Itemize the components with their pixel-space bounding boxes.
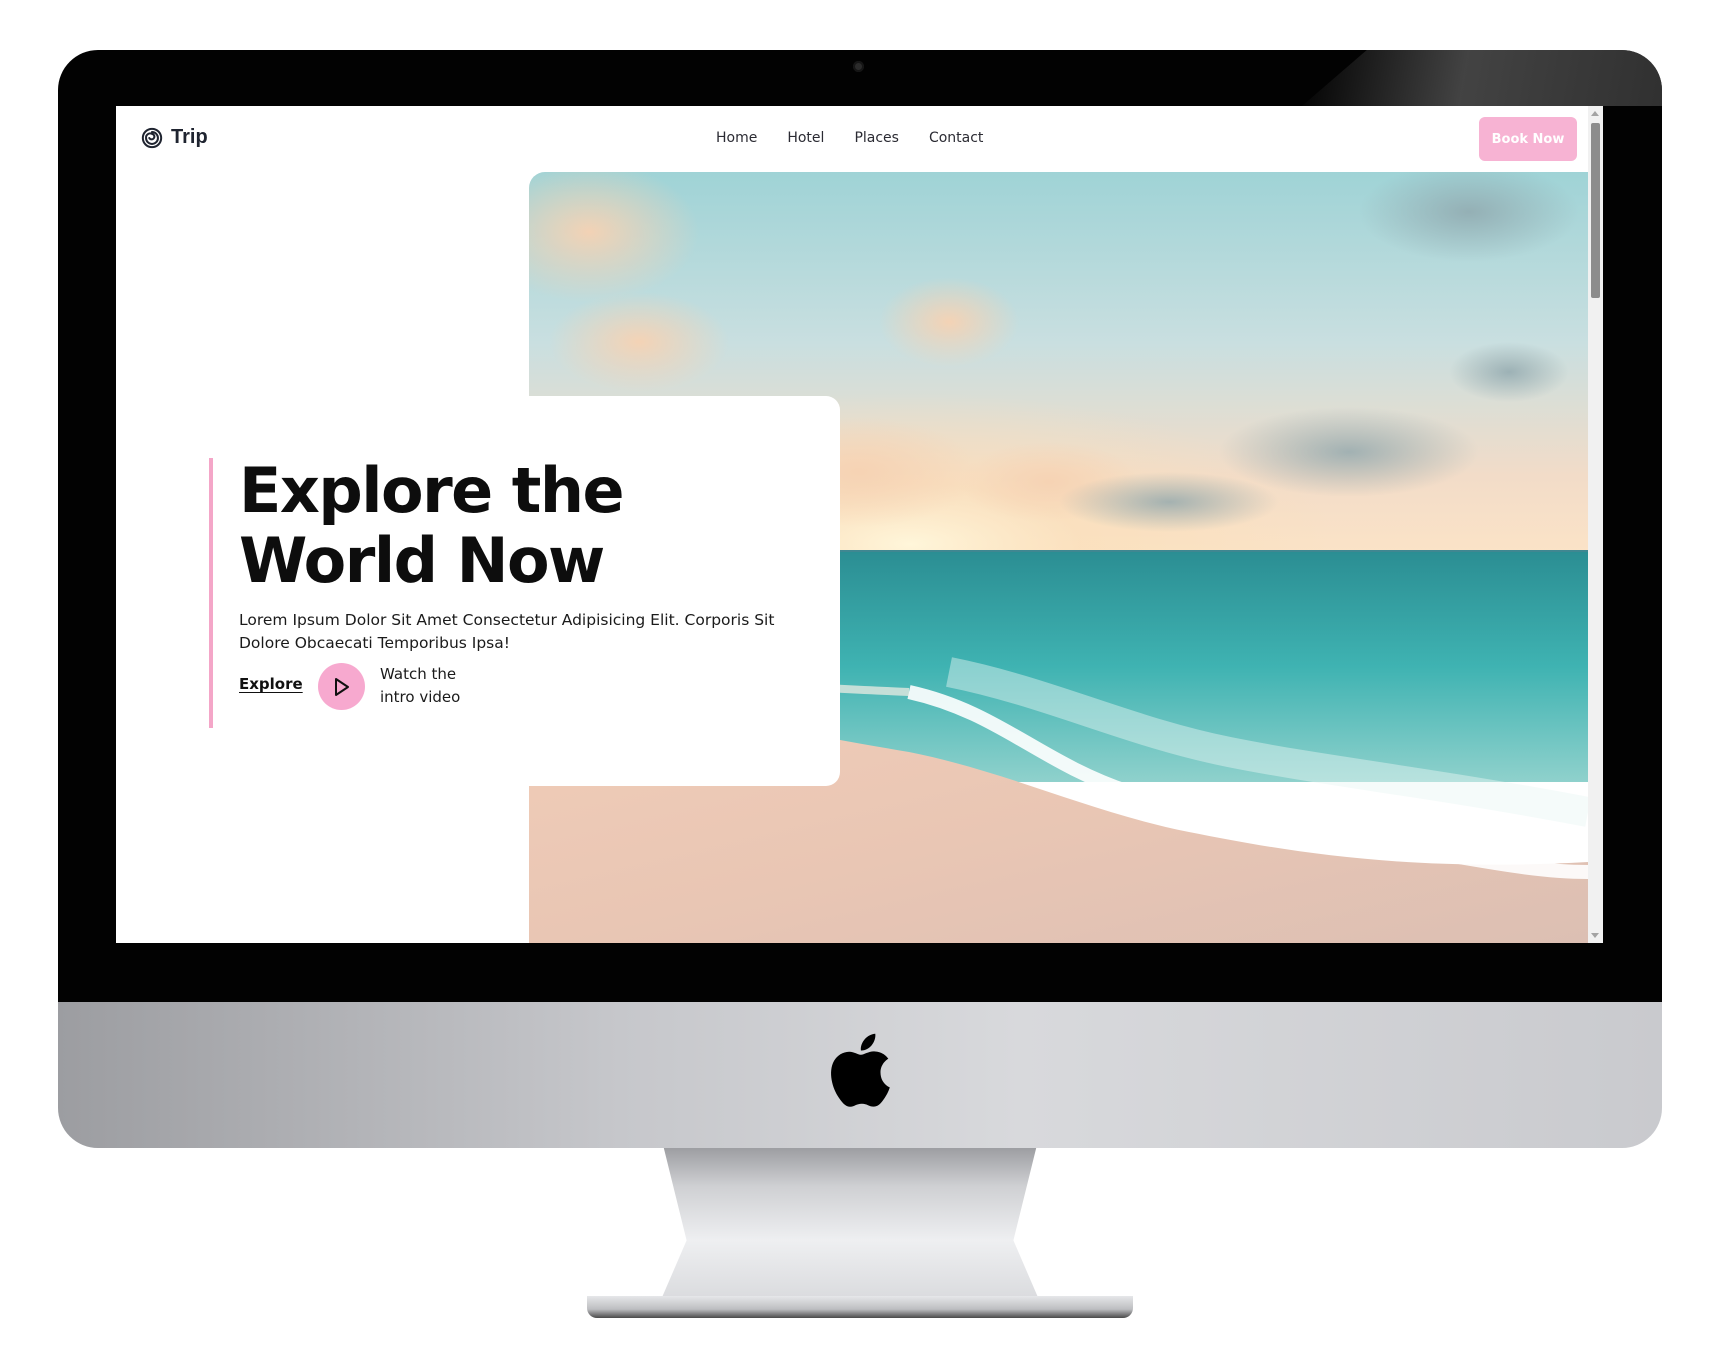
hero-card: Explore the World Now Lorem Ipsum Dolor … <box>116 396 840 786</box>
main-nav: Home Hotel Places Contact <box>716 130 983 146</box>
hero-title-line-2: World Now <box>239 524 605 597</box>
scroll-thumb[interactable] <box>1591 123 1600 298</box>
explore-link[interactable]: Explore <box>239 675 303 693</box>
watch-line-2: intro video <box>380 688 461 706</box>
accent-bar <box>209 458 213 728</box>
watch-intro-text[interactable]: Watch the intro video <box>380 663 500 709</box>
play-video-button[interactable] <box>318 663 365 710</box>
hero-title-line-1: Explore the <box>239 454 625 527</box>
apple-icon <box>831 1033 890 1107</box>
book-now-button[interactable]: Book Now <box>1479 117 1577 161</box>
nav-contact[interactable]: Contact <box>929 130 983 146</box>
monitor-stand <box>660 1148 1040 1302</box>
website-screen: Trip Home Hotel Places Contact Book Now … <box>116 106 1603 943</box>
hero-title: Explore the World Now <box>239 456 759 596</box>
top-navbar: Trip Home Hotel Places Contact Book Now <box>116 106 1588 172</box>
nav-hotel[interactable]: Hotel <box>787 130 824 146</box>
brand-name: Trip <box>171 126 208 148</box>
scroll-up-arrow-icon[interactable] <box>1591 111 1599 116</box>
monitor-stand-base <box>587 1296 1133 1318</box>
page-scrollbar[interactable] <box>1588 106 1603 943</box>
spiral-icon <box>141 127 163 148</box>
watch-line-1: Watch the <box>380 665 457 683</box>
webcam <box>853 61 864 72</box>
play-icon <box>334 677 349 696</box>
nav-home[interactable]: Home <box>716 130 757 146</box>
hero-description: Lorem Ipsum Dolor Sit Amet Consectetur A… <box>239 611 775 652</box>
scroll-down-arrow-icon[interactable] <box>1591 933 1599 938</box>
imac-mockup: Trip Home Hotel Places Contact Book Now … <box>0 0 1713 1366</box>
brand-logo[interactable]: Trip <box>141 126 208 149</box>
nav-places[interactable]: Places <box>854 130 899 146</box>
bezel-glare <box>1302 50 1662 106</box>
